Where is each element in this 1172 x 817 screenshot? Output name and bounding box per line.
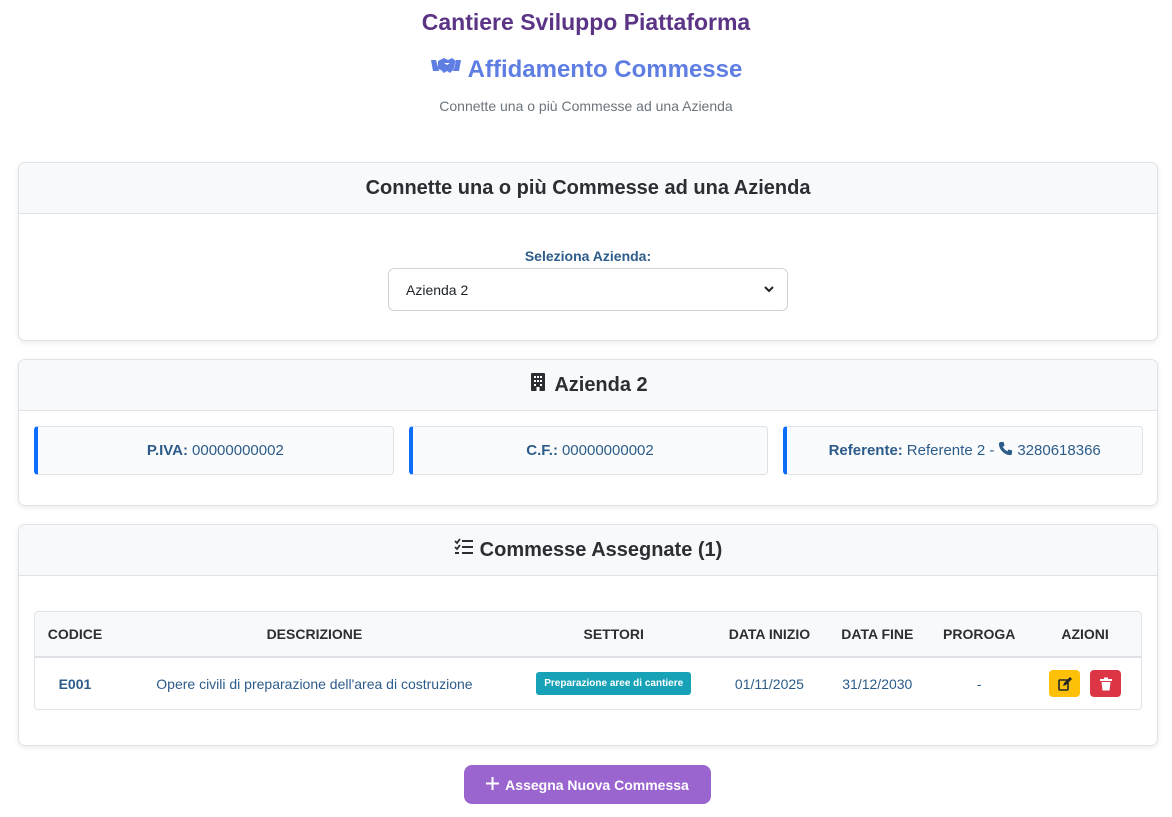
col-header-descrizione: DESCRIZIONE — [266, 626, 363, 642]
cell-descrizione: Opere civili di preparazione dell'area d… — [156, 675, 473, 692]
trash-icon — [1099, 677, 1112, 690]
commesse-card-title: Commesse Assegnate (1) — [479, 538, 723, 561]
delete-button[interactable] — [1090, 670, 1122, 697]
piva-box: P.IVA: 00000000002 — [34, 426, 394, 475]
col-header-data-fine: DATA FINE — [841, 626, 914, 642]
cell-settori: Preparazione aree di cantiere — [514, 657, 714, 709]
page-subtitle: Connette una o più Commesse ad una Azien… — [439, 98, 733, 114]
col-header-proroga: PROROGA — [943, 626, 1016, 642]
app-title: Cantiere Sviluppo Piattaforma — [421, 9, 751, 35]
commesse-table: CODICE DESCRIZIONE SETTORI DATA INIZIO D… — [34, 611, 1142, 710]
piva-label: P.IVA: — [146, 442, 189, 459]
azienda-info-row: P.IVA: 00000000002 C.F.: 00000000002 Ref… — [34, 426, 1144, 475]
cell-azioni — [1029, 657, 1141, 709]
connect-card: Connette una o più Commesse ad una Azien… — [18, 162, 1158, 341]
referente-label: Referente: — [828, 442, 903, 459]
table-header-row: CODICE DESCRIZIONE SETTORI DATA INIZIO D… — [35, 612, 1141, 657]
cell-codice: E001 — [58, 675, 92, 692]
azienda-card: Azienda 2 P.IVA: 00000000002 C.F.: 00000… — [18, 359, 1158, 506]
azienda-select[interactable]: Azienda 2 — [388, 268, 788, 311]
select-azienda-label: Seleziona Azienda: — [524, 248, 652, 264]
edit-button[interactable] — [1049, 670, 1081, 697]
commesse-card: Commesse Assegnate (1) CODICE DESCRIZION… — [18, 524, 1158, 746]
col-header-settori: SETTORI — [583, 626, 644, 642]
assign-new-commessa-button[interactable]: Assegna Nuova Commessa — [464, 765, 711, 804]
handshake-icon — [430, 54, 462, 85]
cf-label: C.F.: — [526, 442, 558, 459]
azienda-card-header: Azienda 2 — [19, 360, 1157, 411]
page-title-text: Affidamento Commesse — [467, 55, 743, 83]
commesse-card-header: Commesse Assegnate (1) — [19, 525, 1157, 576]
building-icon — [528, 372, 548, 398]
page-title: Affidamento Commesse — [0, 54, 1172, 85]
piva-value: 00000000002 — [192, 442, 284, 459]
referente-value: Referente 2 - — [906, 442, 995, 459]
cell-proroga: - — [976, 675, 982, 692]
assign-new-commessa-label: Assegna Nuova Commessa — [505, 776, 689, 793]
col-header-azioni: AZIONI — [1061, 626, 1109, 642]
col-header-codice: CODICE — [47, 626, 103, 642]
phone-value: 3280618366 — [1017, 442, 1101, 459]
referente-box: Referente: Referente 2 - 3280618366 — [783, 426, 1144, 475]
azienda-card-title: Azienda 2 — [554, 373, 648, 396]
cf-box: C.F.: 00000000002 — [408, 426, 769, 475]
cell-data-inizio: 01/11/2025 — [734, 675, 804, 692]
phone-icon — [998, 441, 1013, 460]
col-header-data-inizio: DATA INIZIO — [728, 626, 811, 642]
connect-card-header: Connette una o più Commesse ad una Azien… — [19, 163, 1157, 214]
chevron-down-icon — [763, 282, 775, 298]
azienda-select-value: Azienda 2 — [406, 281, 469, 298]
edit-icon — [1057, 676, 1072, 691]
table-row: E001 Opere civili di preparazione dell'a… — [35, 657, 1141, 709]
settore-badge: Preparazione aree di cantiere — [536, 672, 692, 695]
list-check-icon — [454, 537, 474, 563]
plus-icon — [486, 776, 500, 793]
cell-data-fine: 31/12/2030 — [842, 675, 913, 692]
cf-value: 00000000002 — [561, 442, 654, 459]
